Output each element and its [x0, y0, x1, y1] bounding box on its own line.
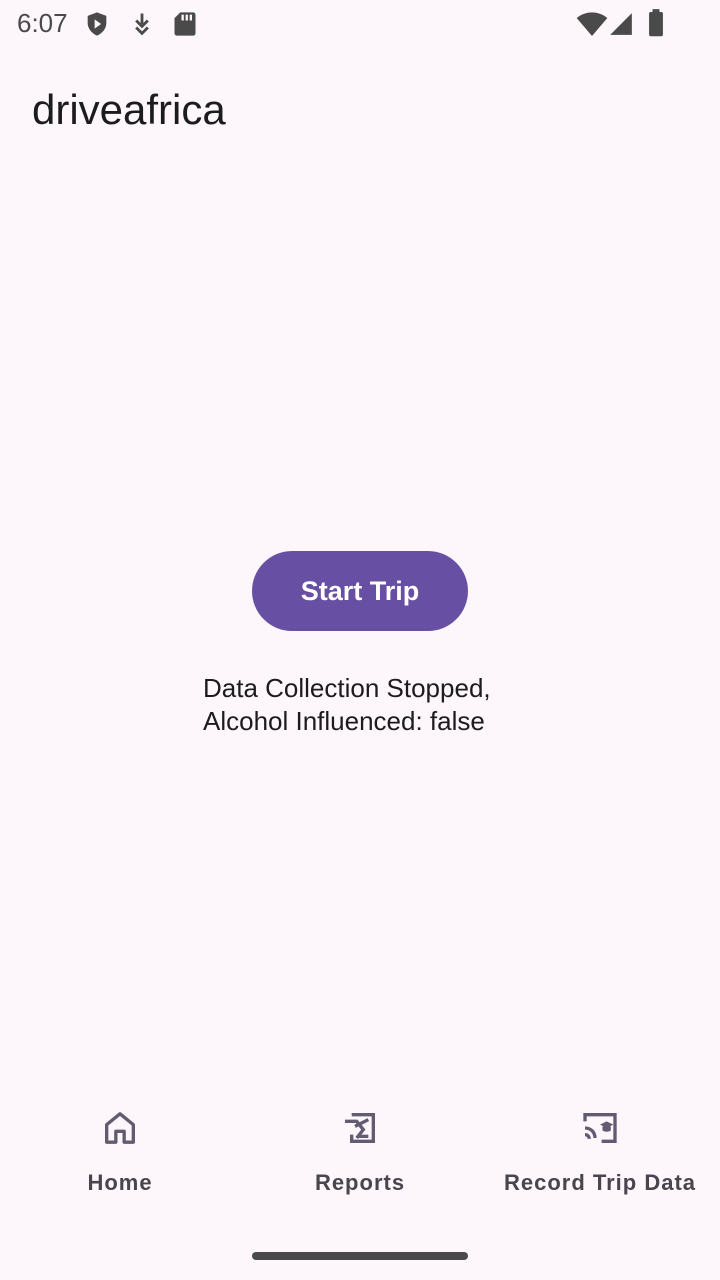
status-time: 6:07: [17, 8, 68, 38]
shield-play-icon: [83, 10, 111, 38]
wifi-icon: [576, 8, 608, 40]
bottom-navigation: Home Reports Record Trip Data: [0, 1090, 720, 1230]
app-title: driveafrica: [32, 86, 226, 133]
nav-item-reports[interactable]: Reports: [240, 1090, 480, 1220]
gesture-navigation-handle[interactable]: [252, 1252, 468, 1260]
nav-label-reports: Reports: [314, 1170, 406, 1195]
nav-label-record-trip-data: Record Trip Data: [503, 1170, 697, 1195]
app-screen: 6:07 driveafrica Start Trip Data Collect…: [0, 0, 720, 1280]
status-line-collection: Data Collection Stopped,: [203, 673, 491, 703]
battery-icon: [642, 8, 670, 38]
reports-icon: [340, 1108, 380, 1148]
start-trip-button[interactable]: Start Trip: [252, 551, 468, 631]
sd-card-icon: [171, 10, 199, 38]
status-bar: 6:07: [0, 0, 720, 48]
nav-item-record-trip-data[interactable]: Record Trip Data: [480, 1090, 720, 1220]
home-icon: [100, 1108, 140, 1148]
status-line-alcohol: Alcohol Influenced: false: [203, 706, 485, 736]
cell-signal-icon: [608, 11, 634, 37]
data-collection-status: Data Collection Stopped, Alcohol Influen…: [203, 672, 533, 738]
download-arrow-icon: [128, 10, 156, 38]
nav-item-home[interactable]: Home: [0, 1090, 240, 1220]
cast-record-icon: [580, 1108, 620, 1148]
nav-label-home: Home: [87, 1170, 153, 1195]
